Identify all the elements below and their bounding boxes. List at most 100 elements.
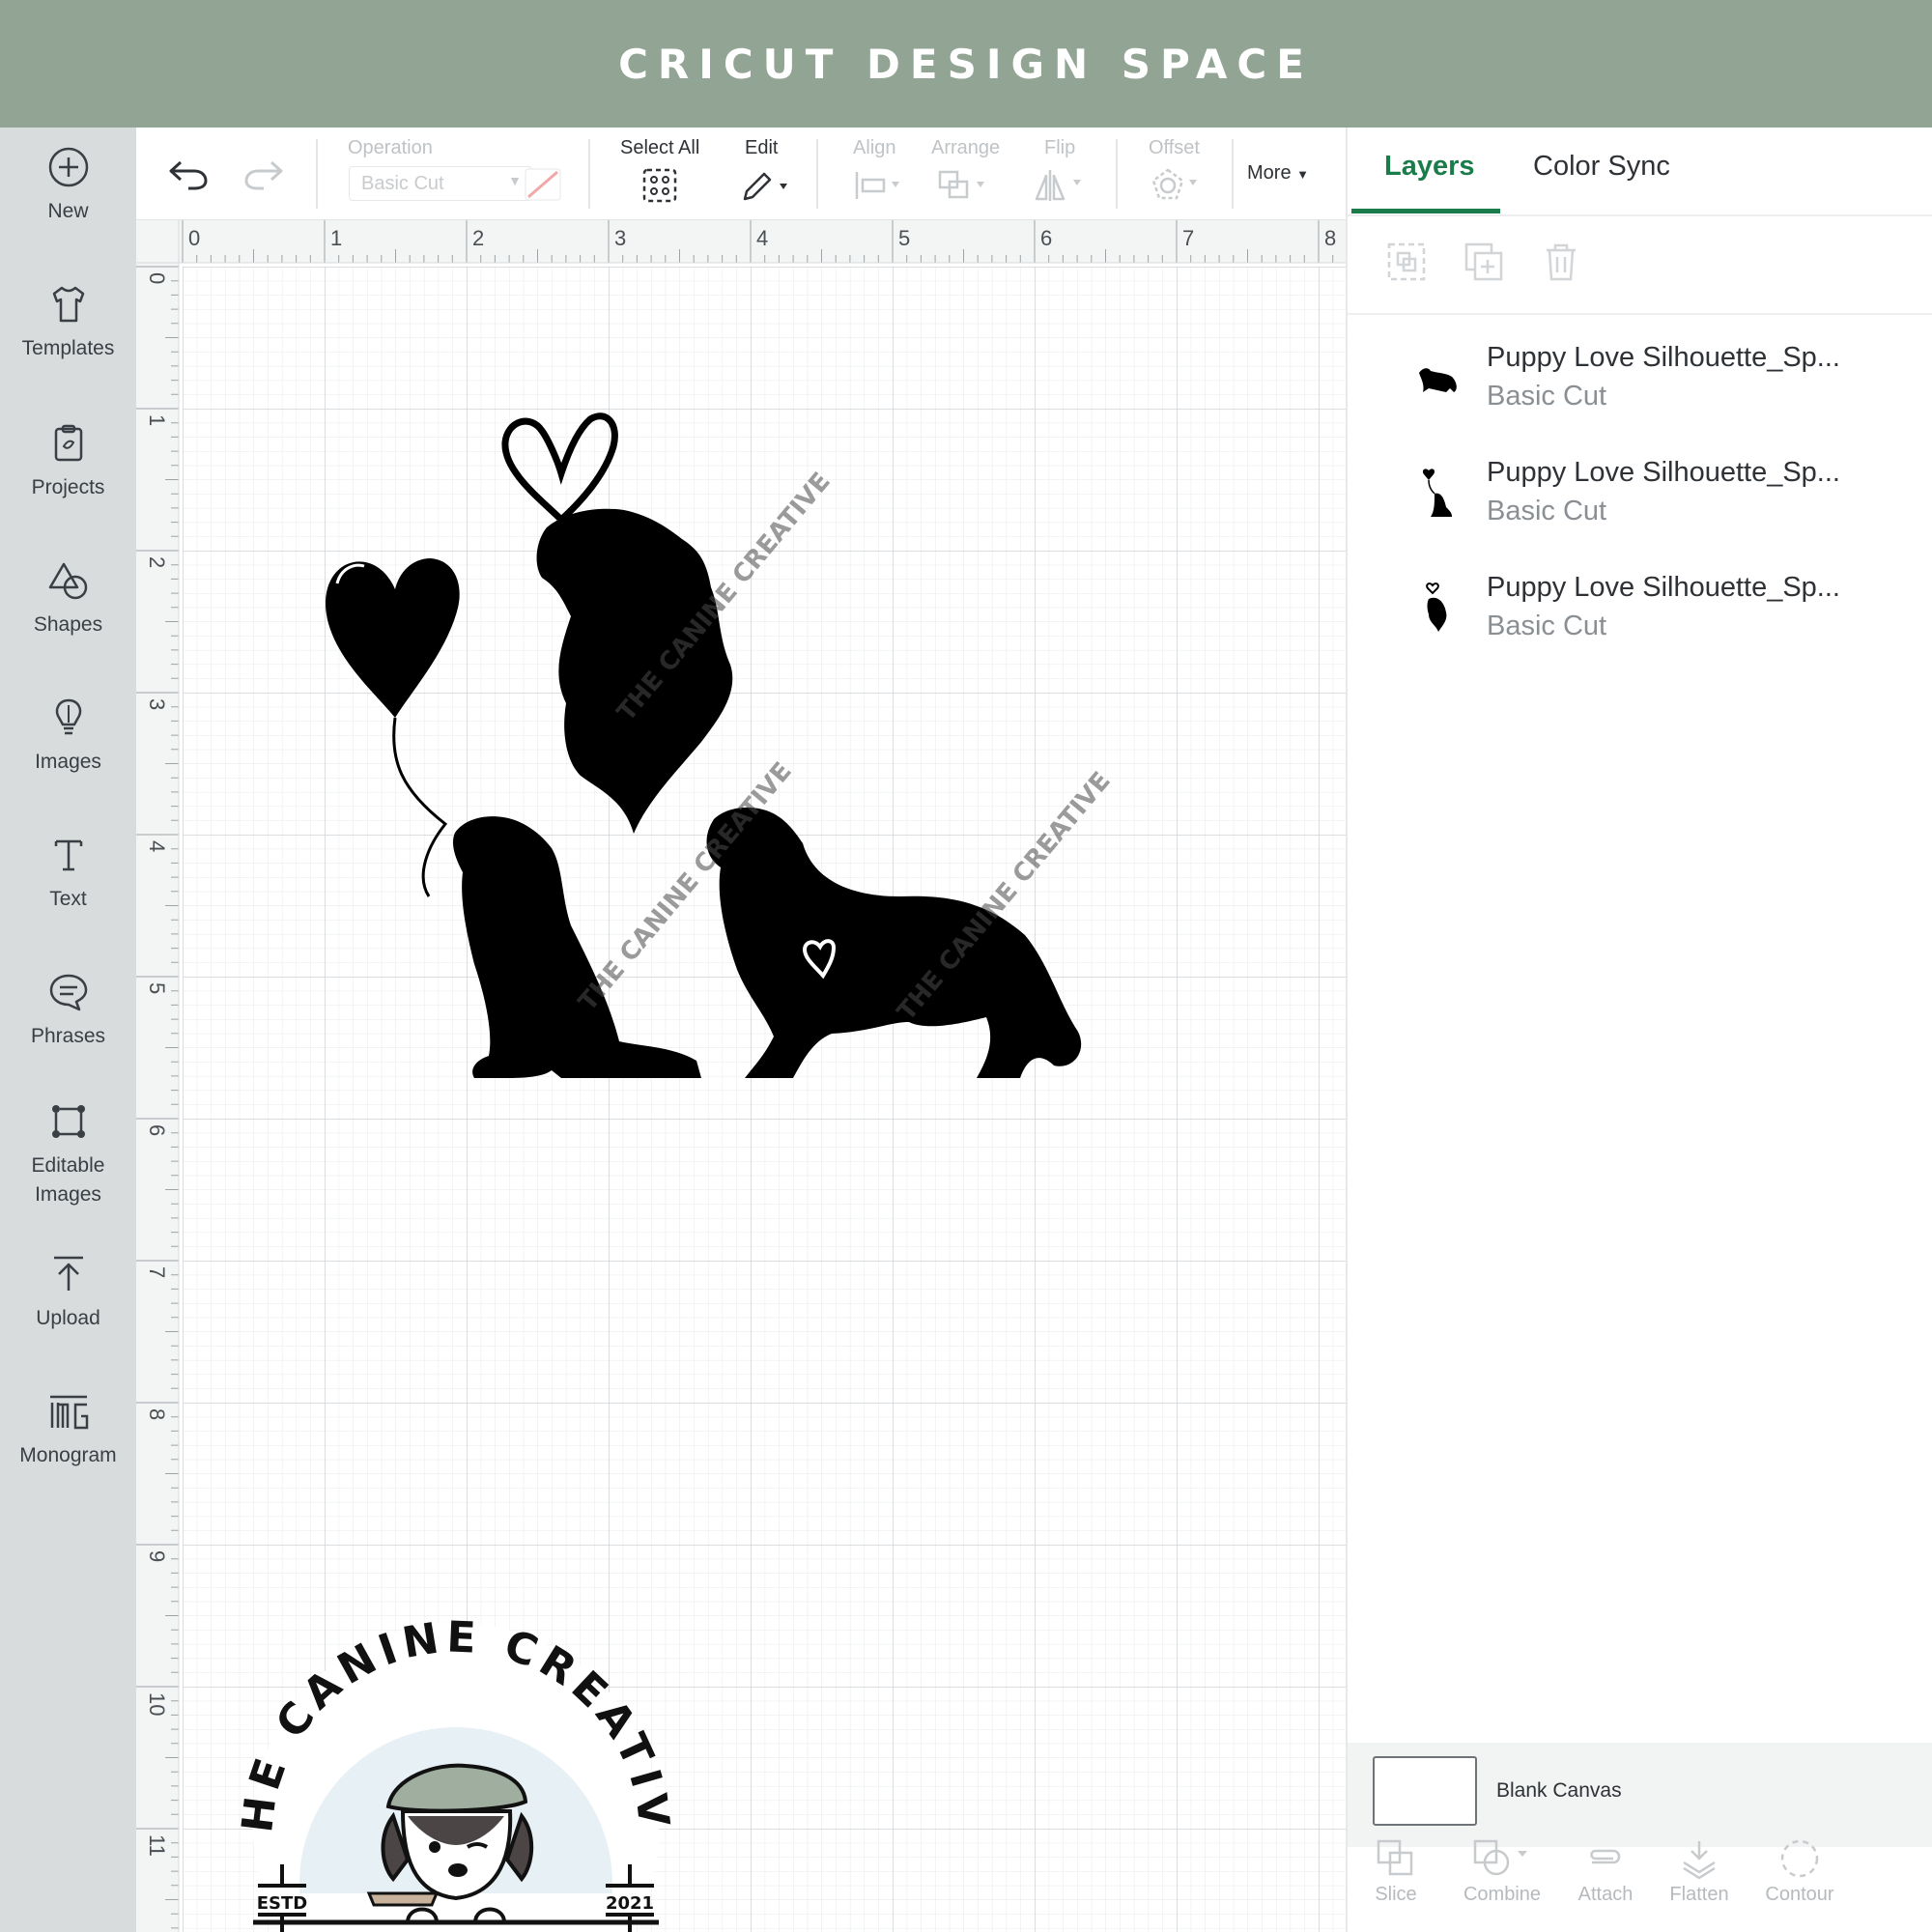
ruler-y-label: 2 xyxy=(145,556,169,568)
operation-label: Operation xyxy=(348,137,433,158)
ruler-y-label: 8 xyxy=(145,1408,169,1420)
blank-canvas-row[interactable]: Blank Canvas xyxy=(1348,1743,1932,1847)
sidebar-item-label: Text xyxy=(49,888,87,910)
flip-label: Flip xyxy=(1044,137,1076,158)
caret-down-icon: ▼ xyxy=(1296,167,1310,182)
top-banner: CRICUT DESIGN SPACE xyxy=(0,0,1932,128)
sidebar-item-projects[interactable]: Projects xyxy=(0,421,136,502)
attach-button[interactable]: Attach xyxy=(1557,1837,1654,1906)
sidebar-item-phrases[interactable]: Phrases xyxy=(0,970,136,1051)
sidebar-item-editable-images[interactable]: Editable Images xyxy=(0,1099,136,1209)
layer-row[interactable]: Puppy Love Silhouette_Sp... Basic Cut xyxy=(1348,334,1932,440)
ruler-y-label: 5 xyxy=(145,982,169,994)
panel-divider xyxy=(1348,214,1932,216)
sidebar-item-label: Images xyxy=(35,1183,101,1206)
operation-select[interactable]: Basic Cut ▼ xyxy=(349,166,532,201)
more-button[interactable]: More ▼ xyxy=(1247,162,1309,185)
sidebar-item-upload[interactable]: Upload xyxy=(0,1252,136,1333)
shapes-icon xyxy=(48,562,87,600)
toolbar-divider xyxy=(1232,139,1234,209)
layer-thumbnail xyxy=(1422,469,1452,517)
arrange-icon[interactable] xyxy=(938,170,992,201)
duplicate-icon[interactable] xyxy=(1463,242,1504,282)
layer-operation: Basic Cut xyxy=(1487,381,1607,412)
chevron-down-icon: ▼ xyxy=(508,173,522,188)
sidebar-item-label: Editable xyxy=(31,1154,105,1177)
align-icon[interactable] xyxy=(853,170,907,201)
ruler-x-label: 5 xyxy=(898,226,910,250)
monogram-icon xyxy=(49,1395,88,1430)
slice-icon xyxy=(1377,1839,1413,1876)
ruler-x-label: 3 xyxy=(614,226,626,250)
ruler-x-label: 0 xyxy=(188,226,200,250)
editable-image-icon xyxy=(51,1105,85,1138)
sidebar-item-label: Upload xyxy=(36,1307,100,1329)
sidebar-item-templates[interactable]: Templates xyxy=(0,282,136,363)
logo-year: 2021 xyxy=(606,1893,654,1914)
ruler-y-label: 4 xyxy=(145,840,169,852)
layer-thumbnail xyxy=(1426,582,1447,632)
layer-name: Puppy Love Silhouette_Sp... xyxy=(1487,572,1840,603)
text-icon xyxy=(54,839,82,871)
tab-layers[interactable]: Layers xyxy=(1384,151,1475,183)
toolbar-divider xyxy=(816,139,818,209)
blank-canvas-label: Blank Canvas xyxy=(1496,1779,1622,1802)
sidebar-item-monogram[interactable]: Monogram xyxy=(0,1389,136,1470)
more-label: More xyxy=(1247,162,1292,184)
sidebar-item-images[interactable]: Images xyxy=(0,696,136,777)
slice-label: Slice xyxy=(1375,1884,1417,1905)
ruler-y-label: 0 xyxy=(145,272,169,284)
ruler-y-label: 3 xyxy=(145,698,169,710)
sidebar-item-label: Phrases xyxy=(30,1025,106,1047)
ruler-x-label: 2 xyxy=(472,226,484,250)
left-sidebar: New Templates Projects Shapes Images Tex… xyxy=(0,128,136,1932)
blank-canvas-swatch[interactable] xyxy=(1373,1756,1477,1826)
edit-label: Edit xyxy=(745,137,779,158)
top-toolbar: Operation Basic Cut ▼ Select All Edit Al… xyxy=(136,128,1346,220)
contour-label: Contour xyxy=(1765,1884,1834,1905)
operation-value: Basic Cut xyxy=(361,173,444,194)
flip-icon[interactable] xyxy=(1035,168,1089,203)
combine-button[interactable]: Combine xyxy=(1444,1837,1560,1906)
select-all-icon[interactable] xyxy=(642,168,677,203)
ruler-y-label: 11 xyxy=(145,1834,169,1857)
combine-icon xyxy=(1473,1839,1527,1876)
color-swatch-icon[interactable] xyxy=(525,168,561,201)
active-tab-indicator xyxy=(1351,209,1500,213)
sidebar-item-new[interactable]: New xyxy=(0,145,136,226)
sidebar-item-shapes[interactable]: Shapes xyxy=(0,558,136,639)
trash-icon[interactable] xyxy=(1541,242,1581,282)
layer-row[interactable]: Puppy Love Silhouette_Sp... Basic Cut xyxy=(1348,564,1932,670)
shirt-icon xyxy=(52,286,84,323)
clipboard-icon xyxy=(54,424,82,462)
offset-label: Offset xyxy=(1149,137,1200,158)
contour-button[interactable]: Contour xyxy=(1751,1837,1848,1906)
ruler-x-label: 7 xyxy=(1182,226,1194,250)
combine-label: Combine xyxy=(1463,1884,1542,1905)
paperclip-icon xyxy=(1590,1849,1621,1864)
layer-row[interactable]: Puppy Love Silhouette_Sp... Basic Cut xyxy=(1348,449,1932,555)
ruler-y-label: 9 xyxy=(145,1550,169,1562)
slice-button[interactable]: Slice xyxy=(1348,1837,1444,1906)
ruler-x-label: 8 xyxy=(1324,226,1336,250)
undo-icon[interactable] xyxy=(167,156,210,191)
ruler-y-label: 1 xyxy=(145,414,169,426)
contour-icon xyxy=(1780,1839,1819,1878)
ruler-x-label: 1 xyxy=(330,226,342,250)
panel-divider xyxy=(1348,313,1932,315)
offset-icon[interactable] xyxy=(1151,168,1205,203)
layer-operation: Basic Cut xyxy=(1487,496,1607,526)
redo-icon[interactable] xyxy=(242,156,285,191)
layers-panel: Layers Color Sync Puppy Love Silhouette_… xyxy=(1346,128,1932,1932)
edit-pencil-icon[interactable] xyxy=(739,168,793,203)
tab-color-sync[interactable]: Color Sync xyxy=(1533,151,1670,183)
flatten-button[interactable]: Flatten xyxy=(1651,1837,1747,1906)
canine-creative-logo: THE CANINE CREATIVE ESTD 2021 xyxy=(214,1604,673,1932)
group-icon[interactable] xyxy=(1386,242,1427,282)
toolbar-divider xyxy=(1116,139,1118,209)
upload-icon xyxy=(53,1256,83,1291)
arrange-label: Arrange xyxy=(931,137,1001,158)
ruler-y-label: 6 xyxy=(145,1124,169,1136)
flatten-icon xyxy=(1683,1841,1716,1880)
sidebar-item-text[interactable]: Text xyxy=(0,833,136,914)
